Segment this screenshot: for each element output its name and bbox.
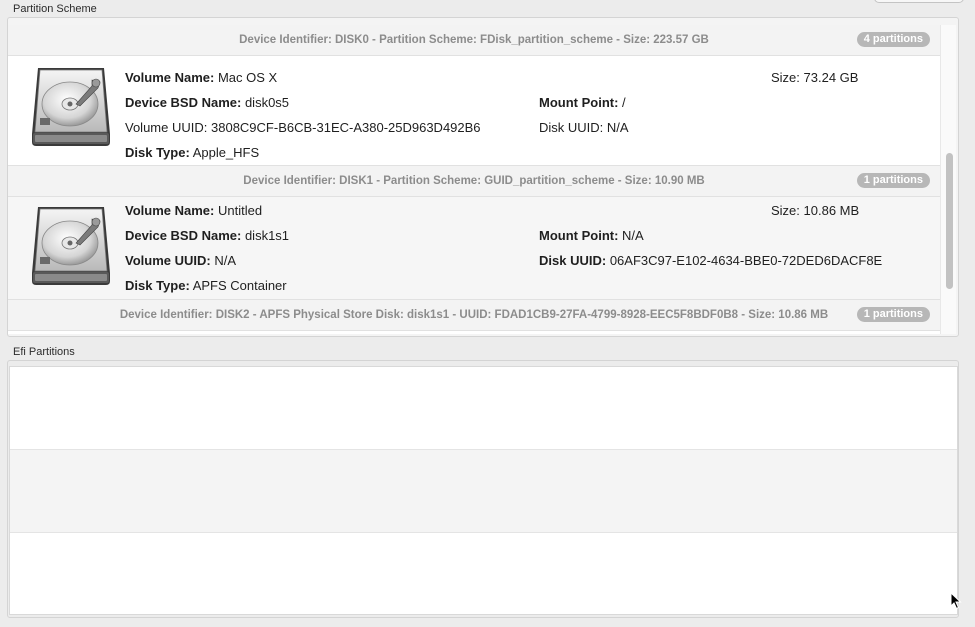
disk-header-text: Device Identifier: DISK0 - Partition Sch… bbox=[239, 34, 709, 46]
mount-point-key: Mount Point: bbox=[539, 95, 619, 110]
disk-type-field: Disk Type: Apple_HFS bbox=[125, 145, 259, 161]
scrollbar-thumb[interactable] bbox=[946, 153, 953, 289]
efi-partitions-label: Efi Partitions bbox=[13, 346, 75, 358]
volume-name-value: Mac OS X bbox=[217, 70, 278, 85]
partition-count-badge: 4 partitions bbox=[856, 32, 930, 47]
hard-drive-icon bbox=[32, 207, 110, 285]
partition-count-badge: 1 partitions bbox=[856, 307, 930, 322]
volume-name-key: Volume Name: bbox=[125, 203, 215, 218]
volume-uuid-value: N/A bbox=[214, 253, 237, 268]
table-row[interactable] bbox=[10, 449, 957, 533]
hard-drive-icon bbox=[32, 68, 110, 146]
disk-type-key: Disk Type: bbox=[125, 278, 190, 293]
mount-point-value: N/A bbox=[622, 228, 644, 243]
table-row[interactable] bbox=[10, 367, 957, 449]
device-bsd-field: Device BSD Name: disk1s1 bbox=[125, 228, 289, 244]
size-field: Size: 10.86 MB bbox=[771, 203, 859, 219]
volume-uuid-field: Volume UUID: N/A bbox=[125, 253, 236, 269]
disk-header-disk2[interactable]: Device Identifier: DISK2 - APFS Physical… bbox=[8, 299, 940, 331]
disk-uuid-value: 06AF3C97-E102-4634-BBE0-72DED6DACF8E bbox=[609, 253, 883, 268]
disk-uuid-field: Disk UUID: 06AF3C97-E102-4634-BBE0-72DED… bbox=[539, 253, 882, 269]
disk-header-text: Device Identifier: DISK1 - Partition Sch… bbox=[243, 175, 705, 187]
volume-uuid-value: 3808C9CF-B6CB-31EC-A380-25D963D492B6 bbox=[211, 120, 481, 135]
volume-row-disk1s1[interactable]: Volume Name: Untitled Device BSD Name: d… bbox=[8, 197, 940, 299]
disk-header-disk0[interactable]: Device Identifier: DISK0 - Partition Sch… bbox=[8, 25, 940, 56]
size-field: Size: 73.24 GB bbox=[771, 70, 858, 86]
volume-name-value: Untitled bbox=[217, 203, 263, 218]
mount-point-field: Mount Point: N/A bbox=[539, 228, 644, 244]
toolbar-button[interactable] bbox=[874, 0, 964, 3]
vertical-scrollbar[interactable] bbox=[940, 25, 956, 334]
disk-uuid-field: Disk UUID: N/A bbox=[539, 120, 629, 136]
disk-uuid-key: Disk UUID: bbox=[539, 120, 604, 135]
table-row[interactable] bbox=[10, 532, 957, 614]
device-bsd-key: Device BSD Name: bbox=[125, 228, 242, 243]
device-bsd-value: disk0s5 bbox=[244, 95, 290, 110]
size-value: 10.86 MB bbox=[803, 203, 860, 218]
volume-uuid-field: Volume UUID: 3808C9CF-B6CB-31EC-A380-25D… bbox=[125, 120, 481, 136]
partition-count-badge: 1 partitions bbox=[856, 173, 930, 188]
device-bsd-value: disk1s1 bbox=[244, 228, 290, 243]
volume-uuid-key: Volume UUID: bbox=[125, 120, 208, 135]
mount-point-value: / bbox=[622, 95, 626, 110]
volume-name-field: Volume Name: Untitled bbox=[125, 203, 262, 219]
efi-partitions-table[interactable] bbox=[9, 366, 958, 615]
disk-type-value: Apple_HFS bbox=[192, 145, 260, 160]
volume-name-key: Volume Name: bbox=[125, 70, 215, 85]
mount-point-key: Mount Point: bbox=[539, 228, 619, 243]
device-bsd-key: Device BSD Name: bbox=[125, 95, 242, 110]
disk-type-field: Disk Type: APFS Container bbox=[125, 278, 287, 294]
volume-row-disk0s5[interactable]: Volume Name: Mac OS X Device BSD Name: d… bbox=[8, 56, 940, 165]
disk-header-disk1[interactable]: Device Identifier: DISK1 - Partition Sch… bbox=[8, 165, 940, 197]
mouse-cursor-icon bbox=[950, 592, 962, 610]
device-bsd-field: Device BSD Name: disk0s5 bbox=[125, 95, 289, 111]
disk-header-text: Device Identifier: DISK2 - APFS Physical… bbox=[119, 309, 829, 321]
disk-uuid-key: Disk UUID: bbox=[539, 253, 607, 268]
disk-type-value: APFS Container bbox=[192, 278, 287, 293]
partition-list[interactable]: Device Identifier: DISK0 - Partition Sch… bbox=[8, 25, 940, 334]
disk-type-key: Disk Type: bbox=[125, 145, 190, 160]
disk-uuid-value: N/A bbox=[606, 120, 629, 135]
volume-uuid-key: Volume UUID: bbox=[125, 253, 211, 268]
volume-name-field: Volume Name: Mac OS X bbox=[125, 70, 277, 86]
partition-scheme-label: Partition Scheme bbox=[13, 3, 97, 15]
size-key: Size: bbox=[771, 203, 800, 218]
size-value: 73.24 GB bbox=[803, 70, 859, 85]
mount-point-field: Mount Point: / bbox=[539, 95, 626, 111]
size-key: Size: bbox=[771, 70, 800, 85]
